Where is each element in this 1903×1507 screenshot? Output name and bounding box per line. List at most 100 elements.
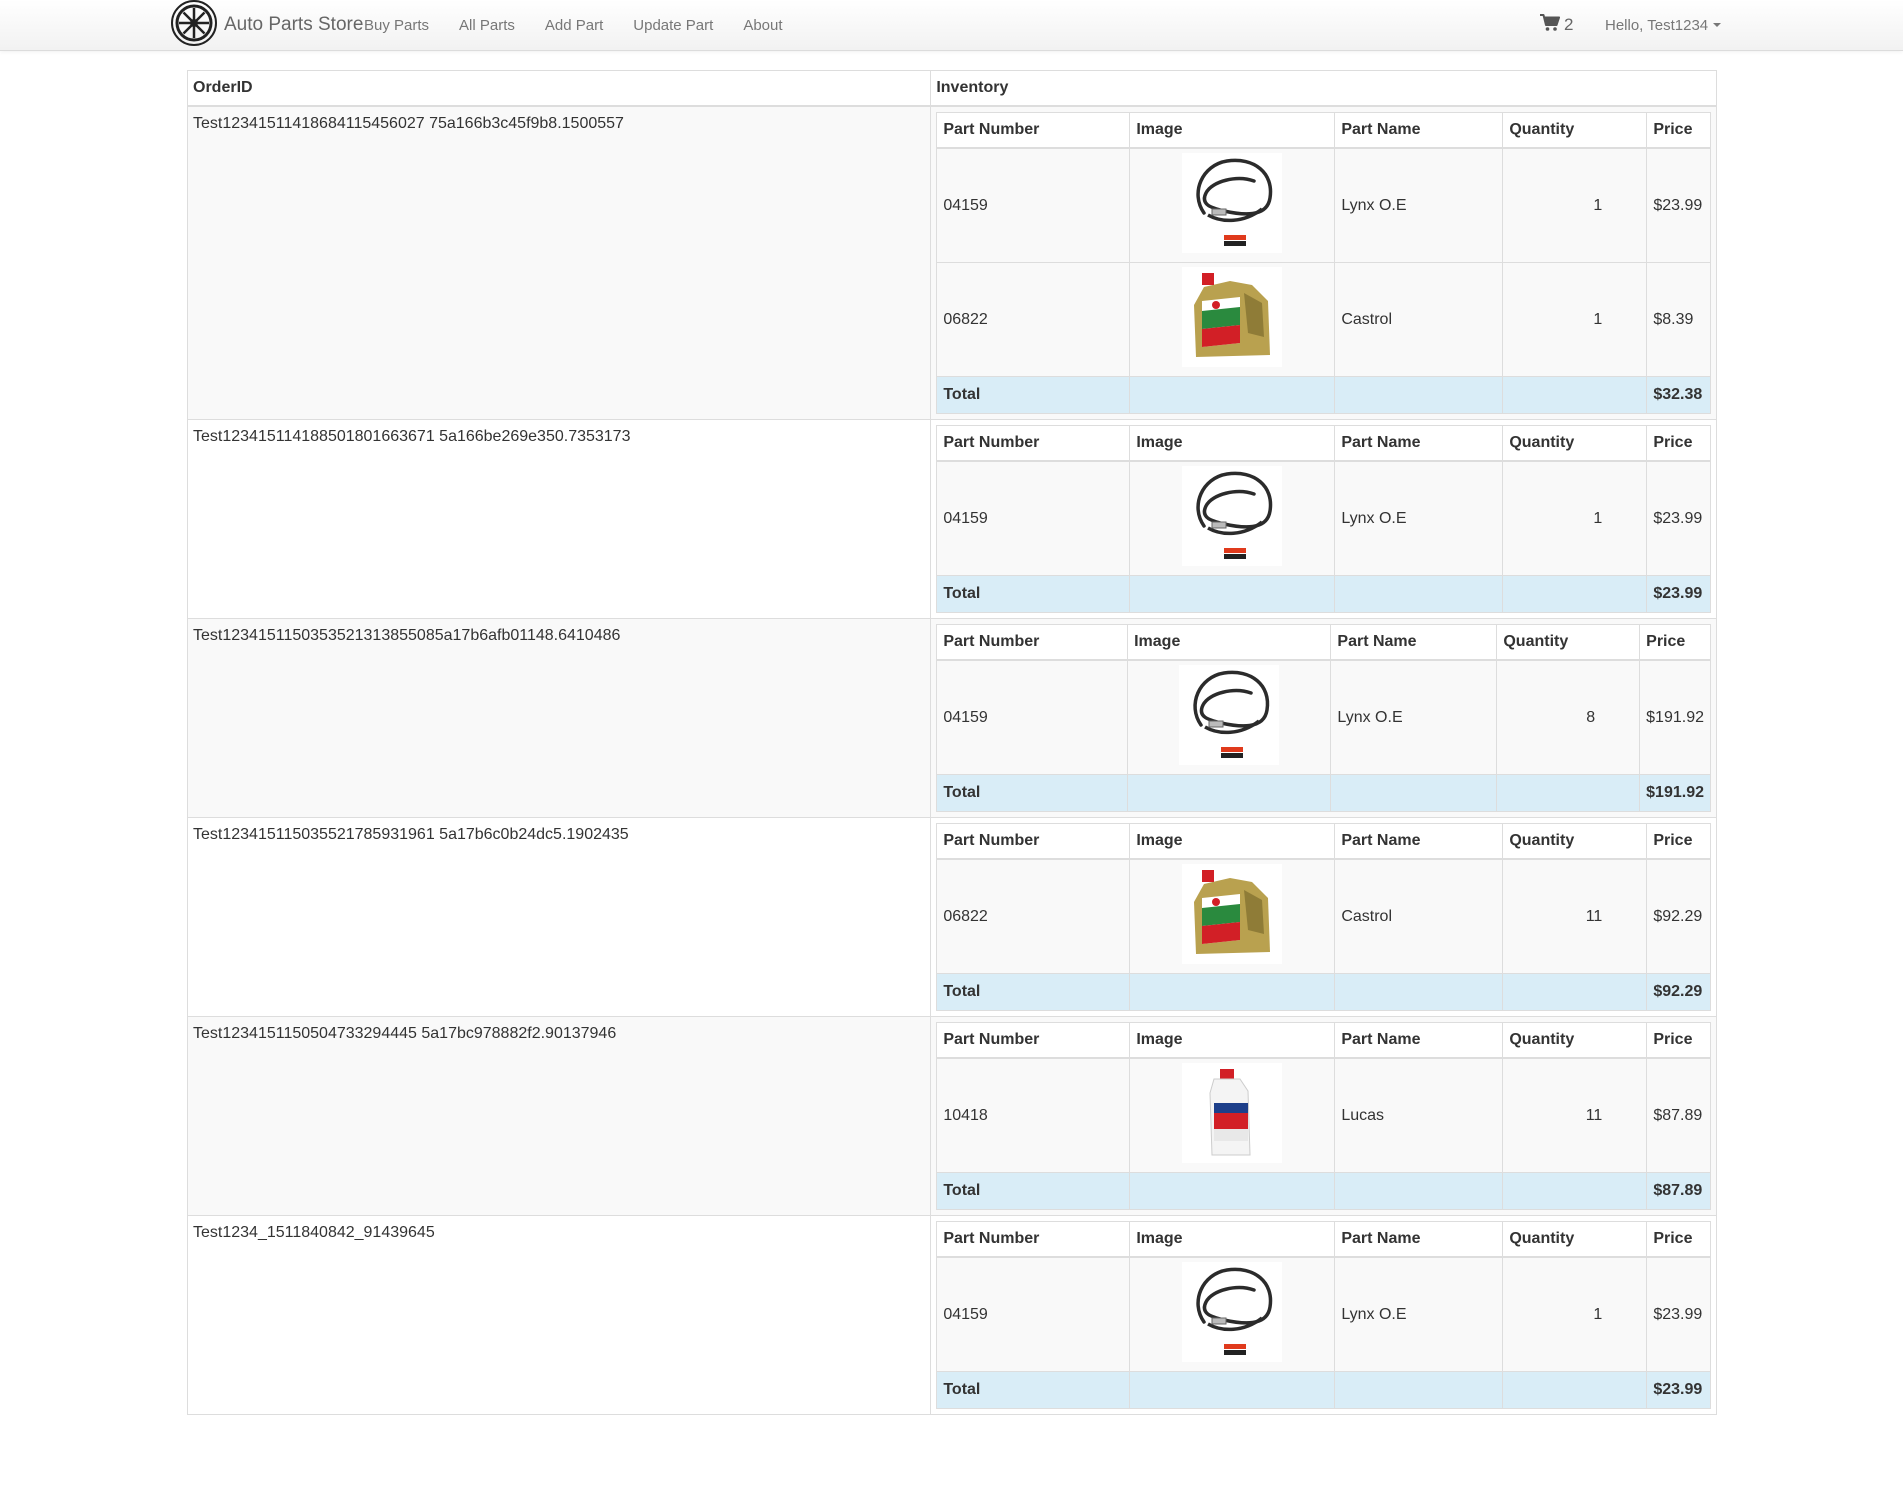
total-label: Total [936,376,1131,414]
part-image-cell [1127,659,1332,775]
price-cell: $8.39 [1646,262,1711,377]
total-label: Total [936,575,1131,613]
order-id: Test123415114188501801663671 5a166be269e… [186,419,932,619]
price-header: Price [1646,112,1711,149]
total-row: Total $23.99 [936,1371,1711,1409]
quantity-cell: 11 [1502,858,1648,974]
order-inventory-cell: Part Number Image Part Name Quantity Pri… [930,1016,1717,1216]
user-menu-dropdown[interactable]: Hello, Test1234 [1605,0,1722,50]
order-id: Test1234151150504733294445 5a17bc978882f… [186,1016,932,1216]
inventory-items: 04159 Lynx O.E 1 $23.99 Total $23.99 [936,1256,1711,1409]
nav-update-part[interactable]: Update Part [633,17,713,34]
quantity-header: Quantity [1502,112,1648,149]
part-image-cell [1129,1256,1336,1372]
part-name-header: Part Name [1334,1022,1504,1059]
price-cell: $87.89 [1646,1057,1711,1173]
inventory-items: 04159 Lynx O.E 8 $191.92 Total $191.92 [936,659,1711,812]
price-cell: $92.29 [1646,858,1711,974]
brand-link[interactable]: Auto Parts Store [170,0,363,50]
image-header: Image [1129,112,1336,149]
castrol-oil-jug-image [1182,267,1283,367]
cart-button[interactable]: 2 [1540,0,1573,50]
order-row: Test1234151150504733294445 5a17bc978882f… [186,1016,1717,1216]
image-header: Image [1129,1221,1336,1258]
battery-cable-image [1179,665,1280,765]
nav-add-part[interactable]: Add Part [545,17,603,34]
orderid-header: OrderID [186,70,932,107]
part-image-cell [1129,858,1336,974]
total-row: Total $92.29 [936,973,1711,1011]
inventory-row: 04159 Lynx O.E 1 $23.99 [936,147,1711,263]
quantity-cell: 1 [1502,147,1648,263]
part-name-cell: Lynx O.E [1334,1256,1504,1372]
inventory-items: 04159 Lynx O.E 1 $23.99 Total $23.99 [936,460,1711,613]
part-number-cell: 06822 [936,262,1131,377]
inventory-row: 06822 Castrol 11 $92.29 [936,858,1711,974]
quantity-cell: 8 [1496,659,1641,775]
part-name-cell: Lynx O.E [1334,147,1504,263]
part-number-cell: 04159 [936,659,1129,775]
inventory-table: Part Number Image Part Name Quantity Pri… [936,624,1711,812]
price-header: Price [1646,823,1711,860]
total-price: $23.99 [1646,575,1711,613]
order-row: Test123415114188501801663671 5a166be269e… [186,419,1717,619]
image-header: Image [1129,823,1336,860]
part-name-cell: Castrol [1334,858,1504,974]
price-cell: $191.92 [1639,659,1711,775]
part-name-cell: Lynx O.E [1334,460,1504,576]
inventory-row: 04159 Lynx O.E 1 $23.99 [936,1256,1711,1372]
part-name-cell: Lucas [1334,1057,1504,1173]
part-number-header: Part Number [936,823,1131,860]
quantity-header: Quantity [1502,1022,1648,1059]
total-price: $32.38 [1646,376,1711,414]
inventory-row: 04159 Lynx O.E 8 $191.92 [936,659,1711,775]
nav-about[interactable]: About [743,17,782,34]
part-name-header: Part Name [1334,425,1504,462]
total-price: $92.29 [1646,973,1711,1011]
order-inventory-cell: Part Number Image Part Name Quantity Pri… [930,105,1717,420]
quantity-header: Quantity [1502,1221,1648,1258]
order-row: Test1234_1511840842_91439645 Part Number… [186,1215,1717,1415]
total-price: $191.92 [1639,774,1711,812]
quantity-header: Quantity [1496,624,1641,661]
order-inventory-cell: Part Number Image Part Name Quantity Pri… [930,817,1717,1017]
battery-cable-image [1182,153,1283,253]
price-cell: $23.99 [1646,1256,1711,1372]
part-number-cell: 04159 [936,460,1131,576]
nav-all-parts[interactable]: All Parts [459,17,515,34]
price-header: Price [1646,425,1711,462]
quantity-cell: 1 [1502,1256,1648,1372]
navbar: Auto Parts Store Buy Parts All Parts Add… [0,0,1903,51]
order-inventory-cell: Part Number Image Part Name Quantity Pri… [930,419,1717,619]
inventory-header: Inventory [930,70,1717,107]
total-row: Total $32.38 [936,376,1711,414]
total-label: Total [936,774,1129,812]
price-cell: $23.99 [1646,147,1711,263]
wheel-logo-icon [170,0,218,52]
order-row: Test12341511418684115456027 75a166b3c45f… [186,105,1717,420]
nav-buy-parts[interactable]: Buy Parts [364,17,429,34]
part-name-cell: Lynx O.E [1330,659,1498,775]
user-greeting: Hello, Test1234 [1605,16,1709,34]
price-header: Price [1639,624,1711,661]
part-name-header: Part Name [1330,624,1498,661]
total-row: Total $87.89 [936,1172,1711,1210]
inventory-table: Part Number Image Part Name Quantity Pri… [936,1022,1711,1210]
inventory-items: 04159 Lynx O.E 1 $23.99 06822 Castrol 1 … [936,147,1711,414]
castrol-oil-jug-image [1182,864,1283,964]
battery-cable-image [1182,466,1283,566]
order-id: Test123415115035521785931961 5a17b6c0b24… [186,817,932,1017]
image-header: Image [1129,1022,1336,1059]
battery-cable-image [1182,1262,1283,1362]
part-image-cell [1129,147,1336,263]
order-inventory-cell: Part Number Image Part Name Quantity Pri… [930,618,1717,818]
quantity-header: Quantity [1502,425,1648,462]
order-inventory-cell: Part Number Image Part Name Quantity Pri… [930,1215,1717,1415]
inventory-table: Part Number Image Part Name Quantity Pri… [936,1221,1711,1409]
inventory-table: Part Number Image Part Name Quantity Pri… [936,112,1711,414]
inventory-row: 06822 Castrol 1 $8.39 [936,262,1711,377]
part-number-cell: 10418 [936,1057,1131,1173]
image-header: Image [1129,425,1336,462]
inventory-table: Part Number Image Part Name Quantity Pri… [936,425,1711,613]
quantity-header: Quantity [1502,823,1648,860]
